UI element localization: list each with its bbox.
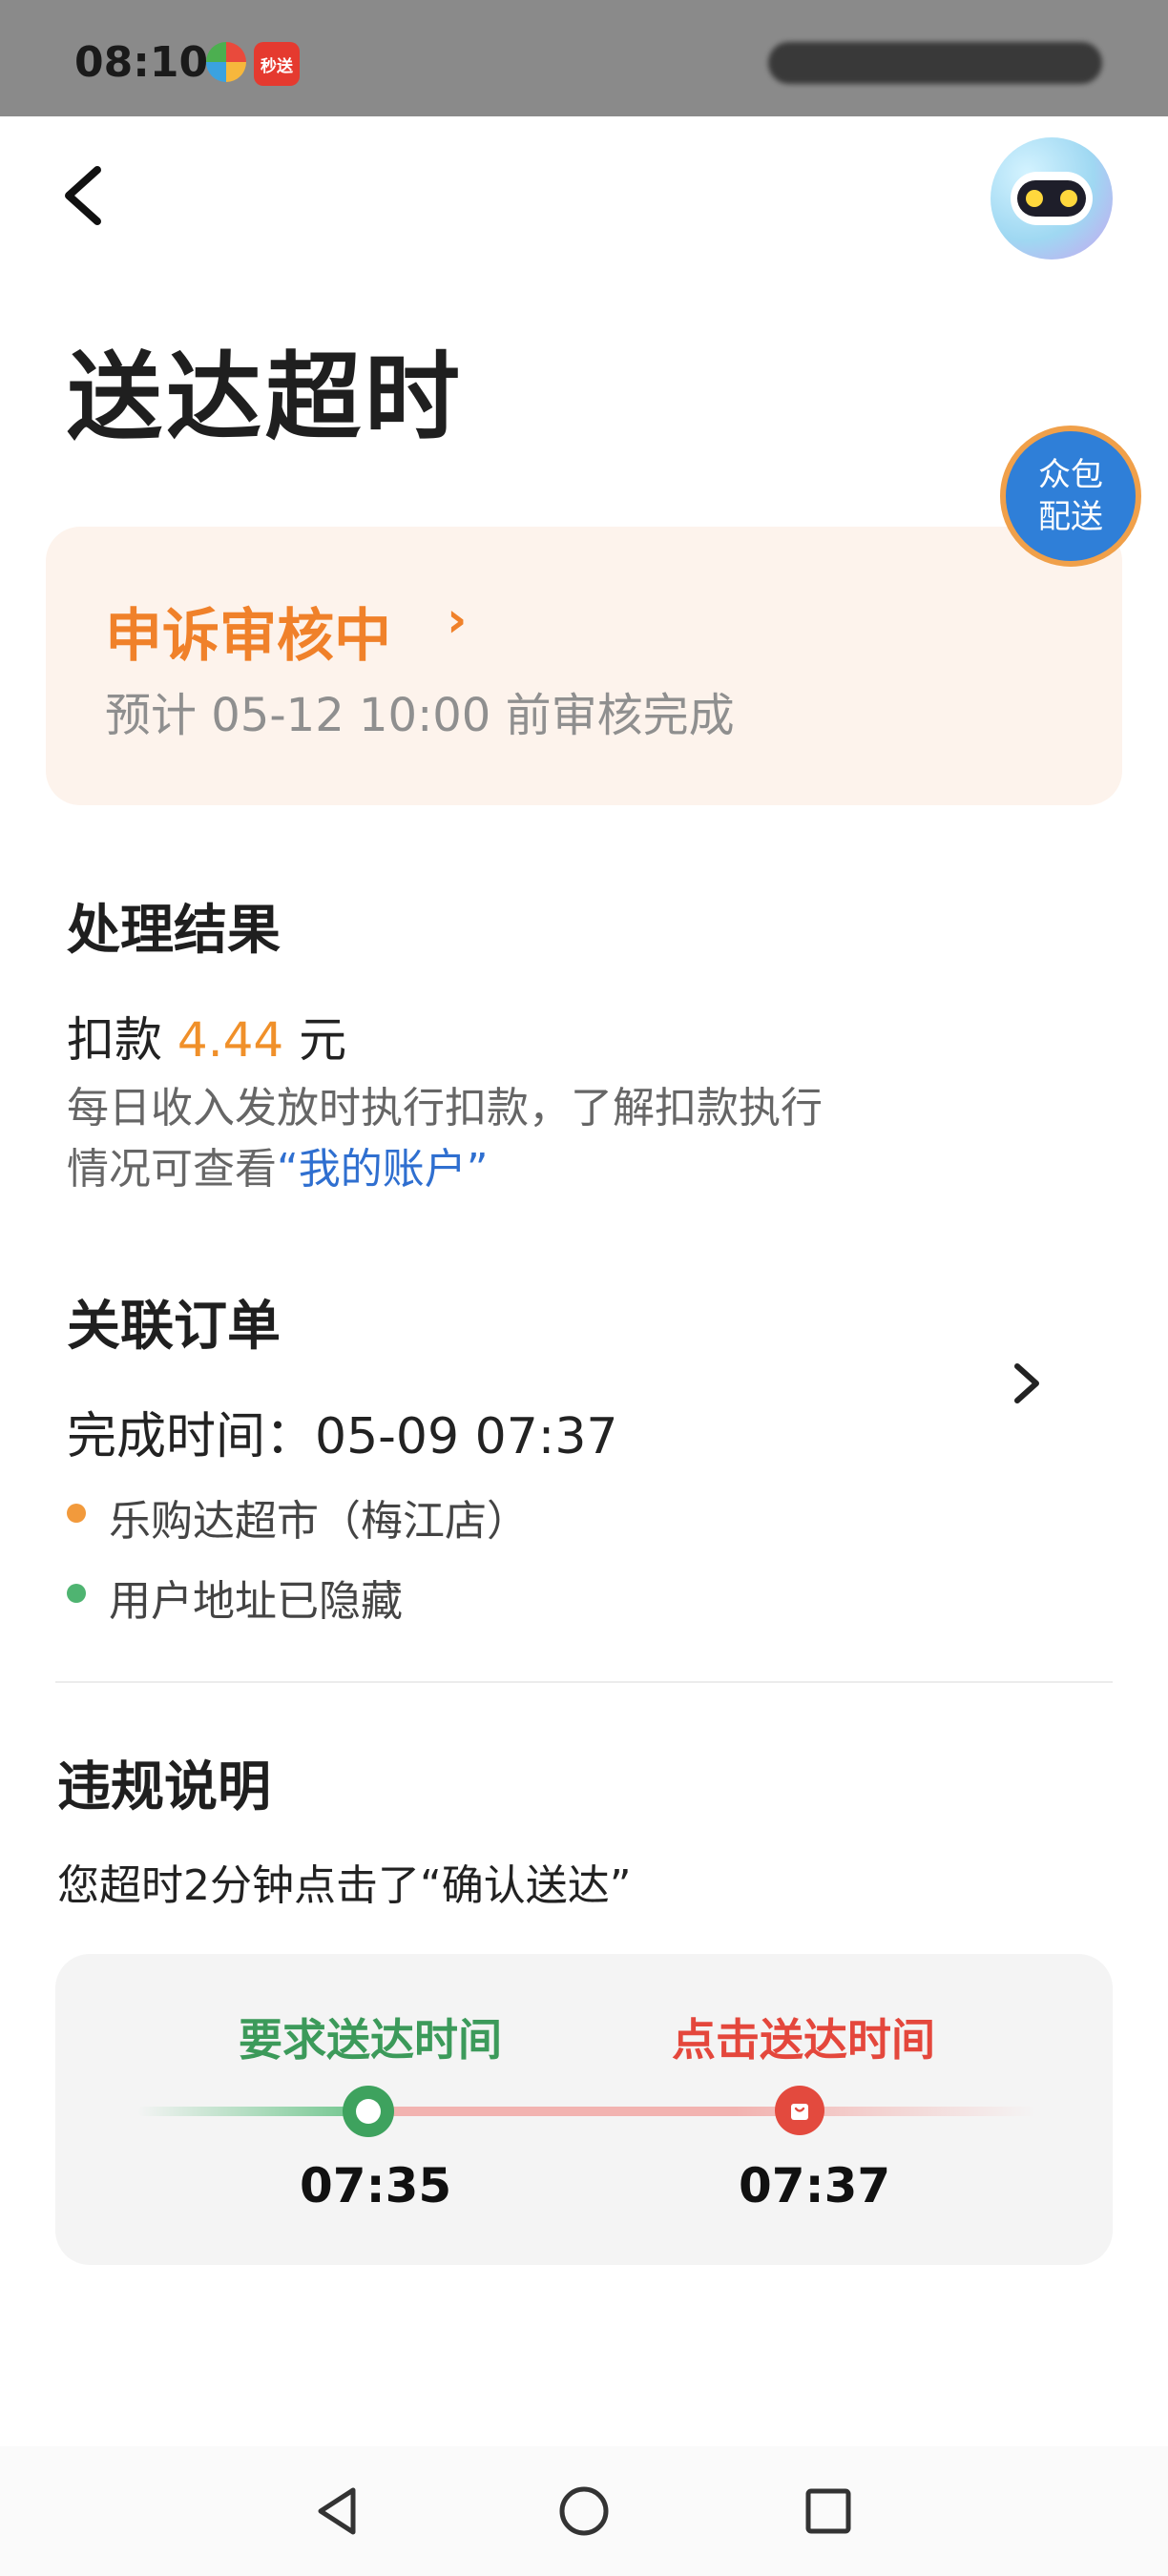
crowd-badge-line2: 配送: [1038, 498, 1103, 536]
status-time: 08:10: [74, 38, 209, 87]
nav-home-icon: [559, 2486, 609, 2536]
order-address: 用户地址已隐藏: [109, 1577, 403, 1626]
nav-back-icon: [318, 2487, 356, 2535]
address-dot-icon: [67, 1584, 86, 1603]
chevron-right-icon: [1014, 1363, 1039, 1403]
chevron-left-icon: [65, 166, 101, 225]
chevron-right-icon: ›: [447, 592, 468, 649]
deduction-line: 扣款 4.44 元: [67, 1002, 346, 1070]
deduction-unit: 元: [299, 1012, 347, 1068]
crowd-delivery-badge[interactable]: 众包 配送: [1000, 426, 1141, 567]
divider: [55, 1681, 1113, 1683]
clicked-time: 07:37: [739, 2158, 891, 2213]
shopping-bag-icon: [775, 2086, 824, 2135]
clicked-time-label: 点击送达时间: [672, 2014, 935, 2066]
my-account-link[interactable]: “我的账户”: [277, 1145, 489, 1194]
nav-recents-button[interactable]: [798, 2481, 859, 2542]
deduction-note: 每日收入发放时执行扣款，了解扣款执行 情况可查看“我的账户”: [67, 1078, 823, 1200]
result-section-title: 处理结果: [67, 900, 281, 962]
appeal-status-card[interactable]: 申诉审核中 › 预计 05-12 10:00 前审核完成: [46, 527, 1122, 805]
required-time-label: 要求送达时间: [239, 2014, 502, 2066]
deduction-prefix: 扣款: [67, 1012, 162, 1068]
timeline-line-green: [137, 2107, 368, 2116]
nav-home-button[interactable]: [553, 2481, 615, 2542]
order-detail-button[interactable]: [1002, 1355, 1050, 1412]
nav-back-button[interactable]: [309, 2481, 370, 2542]
deduction-amount: 4.44: [177, 1012, 284, 1068]
timeline-line-red: [368, 2107, 1036, 2116]
robot-avatar-icon: [1011, 172, 1093, 225]
deduction-note-line2: 情况可查看: [67, 1145, 277, 1194]
required-time: 07:35: [300, 2158, 452, 2213]
violation-section-title: 违规说明: [57, 1756, 271, 1818]
appeal-status-label: 申诉审核中: [105, 603, 391, 670]
deduction-note-line1: 每日收入发放时执行扣款，了解扣款执行: [67, 1084, 823, 1132]
assistant-robot-button[interactable]: [991, 137, 1113, 260]
order-completed-time[interactable]: 完成时间：05-09 07:37: [67, 1396, 618, 1467]
colorful-app-icon: [206, 42, 246, 82]
order-section-title: 关联订单: [67, 1296, 281, 1358]
violation-description: 您超时2分钟点击了“确认送达”: [57, 1861, 632, 1910]
crowd-badge-line1: 众包: [1038, 456, 1103, 494]
store-dot-icon: [67, 1504, 86, 1523]
nav-recents-icon: [805, 2488, 851, 2534]
redacted-status-icons: [768, 42, 1102, 84]
back-button[interactable]: [57, 162, 115, 229]
miaosong-app-icon: 秒送: [254, 42, 300, 86]
page-title: 送达超时: [67, 342, 464, 453]
order-store: 乐购达超市（梅江店）: [109, 1497, 529, 1546]
appeal-eta: 预计 05-12 10:00 前审核完成: [105, 689, 735, 742]
required-time-node-icon: [343, 2086, 394, 2137]
